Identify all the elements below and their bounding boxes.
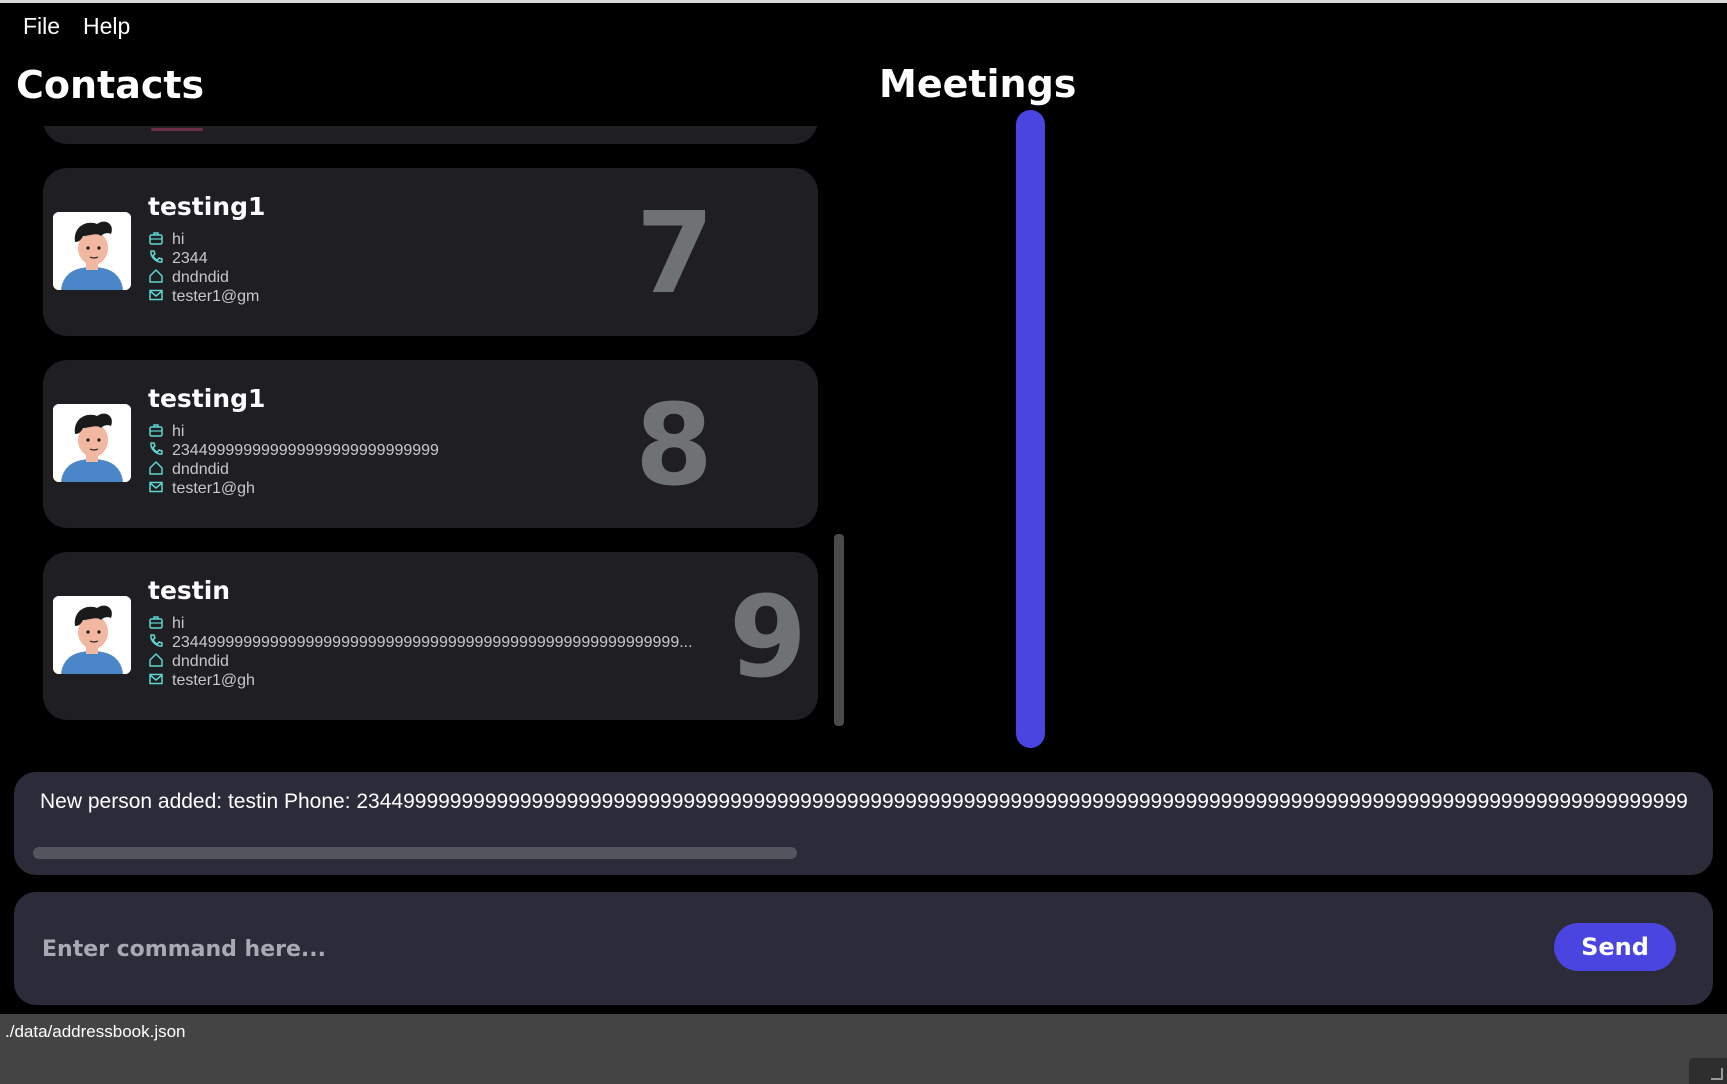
contact-email: tester1@gh xyxy=(148,479,255,498)
home-icon xyxy=(148,268,164,284)
contact-list-scrollbar[interactable] xyxy=(834,534,844,726)
phone-icon xyxy=(148,633,164,649)
contact-name: testin xyxy=(148,576,231,605)
contact-card-partial[interactable] xyxy=(43,126,818,144)
contact-list[interactable]: testing1 hi 2344 dndndid tester1@gm 7 te… xyxy=(0,126,860,736)
contacts-title: Contacts xyxy=(16,63,205,107)
contact-phone: 234499999999999999999999999999 xyxy=(148,441,439,460)
contact-email-value: tester1@gm xyxy=(172,288,260,305)
contact-address: dndndid xyxy=(148,652,229,671)
contact-company-value: hi xyxy=(172,423,185,440)
contact-card[interactable]: testing1 hi 2344 dndndid tester1@gm 7 xyxy=(43,168,818,336)
menu-file[interactable]: File xyxy=(23,13,60,40)
home-icon xyxy=(148,652,164,668)
avatar xyxy=(53,212,131,290)
briefcase-icon xyxy=(148,614,164,630)
contact-address-value: dndndid xyxy=(172,461,229,478)
send-button[interactable]: Send xyxy=(1554,923,1676,971)
contact-phone-value: 234499999999999999999999999999 xyxy=(172,442,439,459)
contact-phone: 2344 xyxy=(148,249,208,268)
contact-name: testing1 xyxy=(148,192,266,221)
contact-index: 9 xyxy=(729,573,807,703)
contact-email: tester1@gm xyxy=(148,287,259,306)
contact-card[interactable]: testin hi 234499999999999999999999999999… xyxy=(43,552,818,720)
tag-badge xyxy=(151,128,203,131)
contact-company-value: hi xyxy=(172,231,185,248)
save-location-path: ./data/addressbook.json xyxy=(5,1022,186,1041)
avatar xyxy=(53,404,131,482)
result-message: New person added: testin Phone: 23449999… xyxy=(40,790,1688,813)
contact-address: dndndid xyxy=(148,268,229,287)
meetings-panel-scrollbar[interactable] xyxy=(1016,110,1045,748)
contact-index: 8 xyxy=(635,381,713,511)
contact-card[interactable]: testing1 hi 2344999999999999999999999999… xyxy=(43,360,818,528)
home-icon xyxy=(148,460,164,476)
mail-icon xyxy=(148,671,164,687)
contact-email-value: tester1@gh xyxy=(172,672,255,689)
contact-phone-value: 2344999999999999999999999999999999999999… xyxy=(172,634,693,651)
contact-email: tester1@gh xyxy=(148,671,255,690)
status-bar: ./data/addressbook.json xyxy=(0,1014,1727,1084)
contact-address-value: dndndid xyxy=(172,653,229,670)
briefcase-icon xyxy=(148,230,164,246)
menu-bar: File Help xyxy=(0,3,1727,51)
contact-index: 7 xyxy=(636,189,714,319)
result-display: New person added: testin Phone: 23449999… xyxy=(14,772,1713,875)
contact-email-value: tester1@gh xyxy=(172,480,255,497)
phone-icon xyxy=(148,441,164,457)
contact-phone: 2344999999999999999999999999999999999999… xyxy=(148,633,693,652)
contact-name: testing1 xyxy=(148,384,266,413)
contact-phone-value: 2344 xyxy=(172,250,208,267)
contact-company: hi xyxy=(148,230,184,249)
command-input[interactable] xyxy=(40,928,1544,970)
contact-company: hi xyxy=(148,614,184,633)
menu-help[interactable]: Help xyxy=(83,13,130,40)
briefcase-icon xyxy=(148,422,164,438)
contact-company: hi xyxy=(148,422,184,441)
contact-address-value: dndndid xyxy=(172,269,229,286)
contact-address: dndndid xyxy=(148,460,229,479)
phone-icon xyxy=(148,249,164,265)
result-horizontal-scrollbar[interactable] xyxy=(33,847,797,859)
meetings-title: Meetings xyxy=(879,62,1077,106)
avatar xyxy=(53,596,131,674)
mail-icon xyxy=(148,479,164,495)
mail-icon xyxy=(148,287,164,303)
resize-grip-icon[interactable] xyxy=(1689,1058,1727,1084)
contact-company-value: hi xyxy=(172,615,185,632)
command-box: Send xyxy=(14,892,1713,1005)
